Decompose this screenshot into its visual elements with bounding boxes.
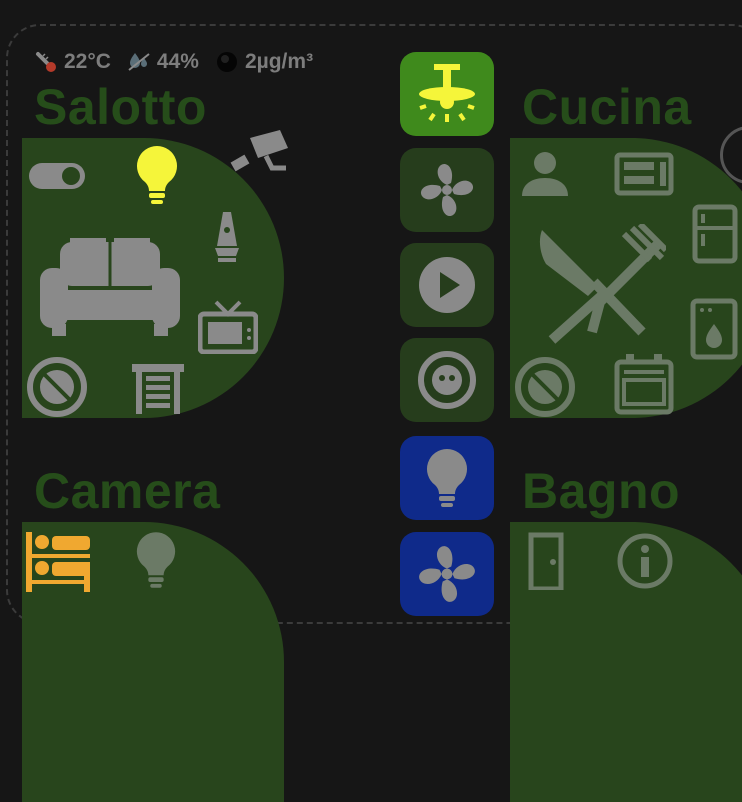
- play-icon: [419, 257, 475, 313]
- room-title-cucina: Cucina: [522, 79, 692, 135]
- room-title-bagno: Bagno: [522, 463, 681, 519]
- tile-play[interactable]: [400, 243, 494, 327]
- room-card-cucina[interactable]: [510, 138, 742, 418]
- robot-vacuum-icon: [418, 351, 476, 409]
- room-title-camera: Camera: [34, 463, 221, 519]
- humidity-value: 44%: [156, 50, 199, 73]
- sofa-icon: [40, 238, 180, 336]
- humidity-icon: [127, 50, 151, 74]
- toggle-icon[interactable]: [28, 162, 86, 190]
- tile-fan[interactable]: [400, 148, 494, 232]
- lightbulb-icon[interactable]: [134, 144, 180, 206]
- oven-icon: [614, 354, 674, 415]
- fridge-icon: [692, 204, 738, 264]
- tile-ceiling-fan-light[interactable]: [400, 52, 494, 136]
- lava-lamp-icon: [215, 212, 239, 262]
- thermometer-icon: [34, 50, 58, 74]
- robot-vacuum-icon: [515, 357, 575, 417]
- garage-door-icon: [132, 364, 184, 414]
- tile-light[interactable]: [400, 436, 494, 520]
- security-camera-icon[interactable]: [230, 128, 292, 180]
- tile-fan-2[interactable]: [400, 532, 494, 616]
- person-icon: [522, 152, 568, 196]
- info-icon: [617, 533, 673, 589]
- bed-icon[interactable]: [24, 528, 92, 592]
- washing-machine-icon: [690, 298, 738, 360]
- temperature-value: 22°C: [64, 50, 111, 73]
- fan-icon: [419, 546, 475, 602]
- fan-icon: [420, 163, 474, 217]
- lightbulb-icon[interactable]: [134, 530, 178, 590]
- microwave-icon: [614, 152, 674, 196]
- room-title-salotto: Salotto: [34, 79, 207, 135]
- lightbulb-icon: [427, 449, 467, 507]
- status-bar: 22°C 44% 2µg/m³: [34, 48, 313, 76]
- room-card-camera[interactable]: [22, 522, 284, 802]
- room-card-bagno[interactable]: [510, 522, 742, 802]
- tile-robot-vacuum[interactable]: [400, 338, 494, 422]
- pm25-value: 2µg/m³: [244, 50, 314, 73]
- robot-vacuum-icon: [27, 357, 87, 417]
- silverware-icon: [539, 224, 666, 344]
- ceiling-fan-light-icon: [419, 64, 475, 122]
- door-icon: [528, 532, 564, 590]
- air-quality-icon: [215, 50, 239, 74]
- tv-icon: [198, 300, 258, 354]
